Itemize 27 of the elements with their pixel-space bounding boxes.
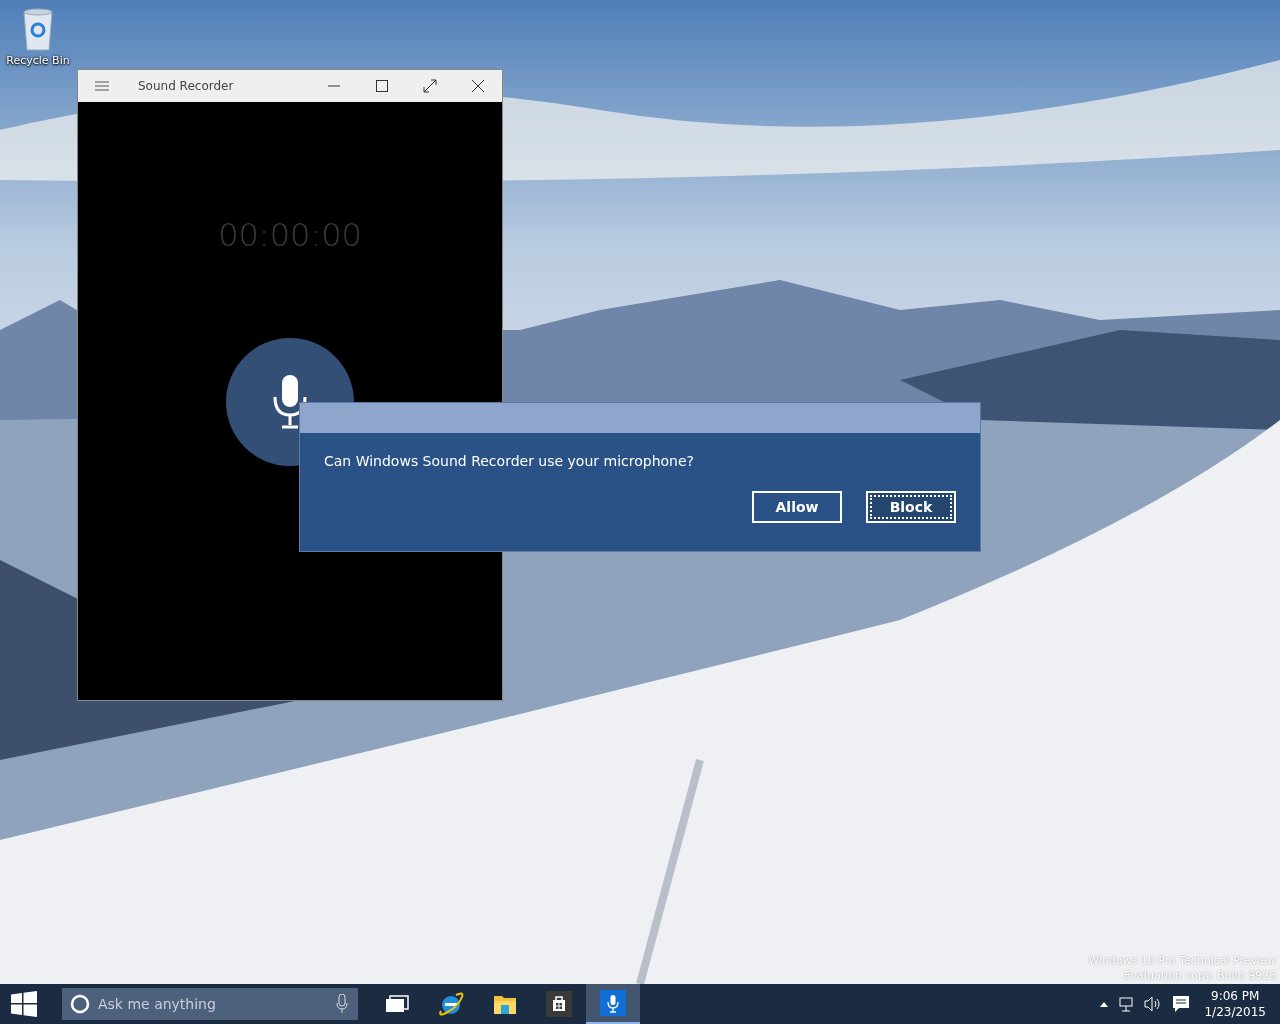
speaker-icon[interactable]	[1144, 996, 1163, 1012]
network-icon[interactable]	[1118, 996, 1135, 1012]
close-icon	[472, 80, 484, 92]
caret-up-icon[interactable]	[1100, 1001, 1109, 1007]
dialog-button[interactable]: Block	[866, 491, 956, 523]
notification-icon[interactable]	[1172, 995, 1191, 1013]
minimize-icon	[328, 85, 340, 87]
dialog-button[interactable]: Allow	[752, 491, 842, 523]
browser-e-icon	[438, 991, 464, 1017]
dialog-message: Can Windows Sound Recorder use your microphone?	[323, 452, 695, 469]
recycle-bin-icon[interactable]	[20, 6, 56, 52]
taskbar-app-button[interactable]	[586, 984, 640, 1024]
window-title: Sound Recorder	[137, 79, 235, 93]
recording-timer: 00:00:00	[218, 216, 362, 254]
microphone-icon	[272, 375, 308, 429]
diagonal-arrow-icon	[423, 79, 437, 93]
task-view-icon	[385, 994, 409, 1014]
microphone-icon[interactable]	[336, 994, 348, 1014]
circle-icon	[70, 994, 90, 1014]
microphone-icon	[600, 990, 626, 1016]
maximize-icon	[376, 80, 388, 92]
search-field[interactable]: Ask me anything	[62, 988, 358, 1020]
folder-icon	[493, 993, 517, 1015]
windows-logo-icon	[11, 991, 37, 1017]
store-bag-icon	[546, 991, 572, 1017]
clock[interactable]: 9:06 PM 1/23/2015	[1200, 988, 1266, 1020]
menu-icon	[95, 81, 109, 91]
